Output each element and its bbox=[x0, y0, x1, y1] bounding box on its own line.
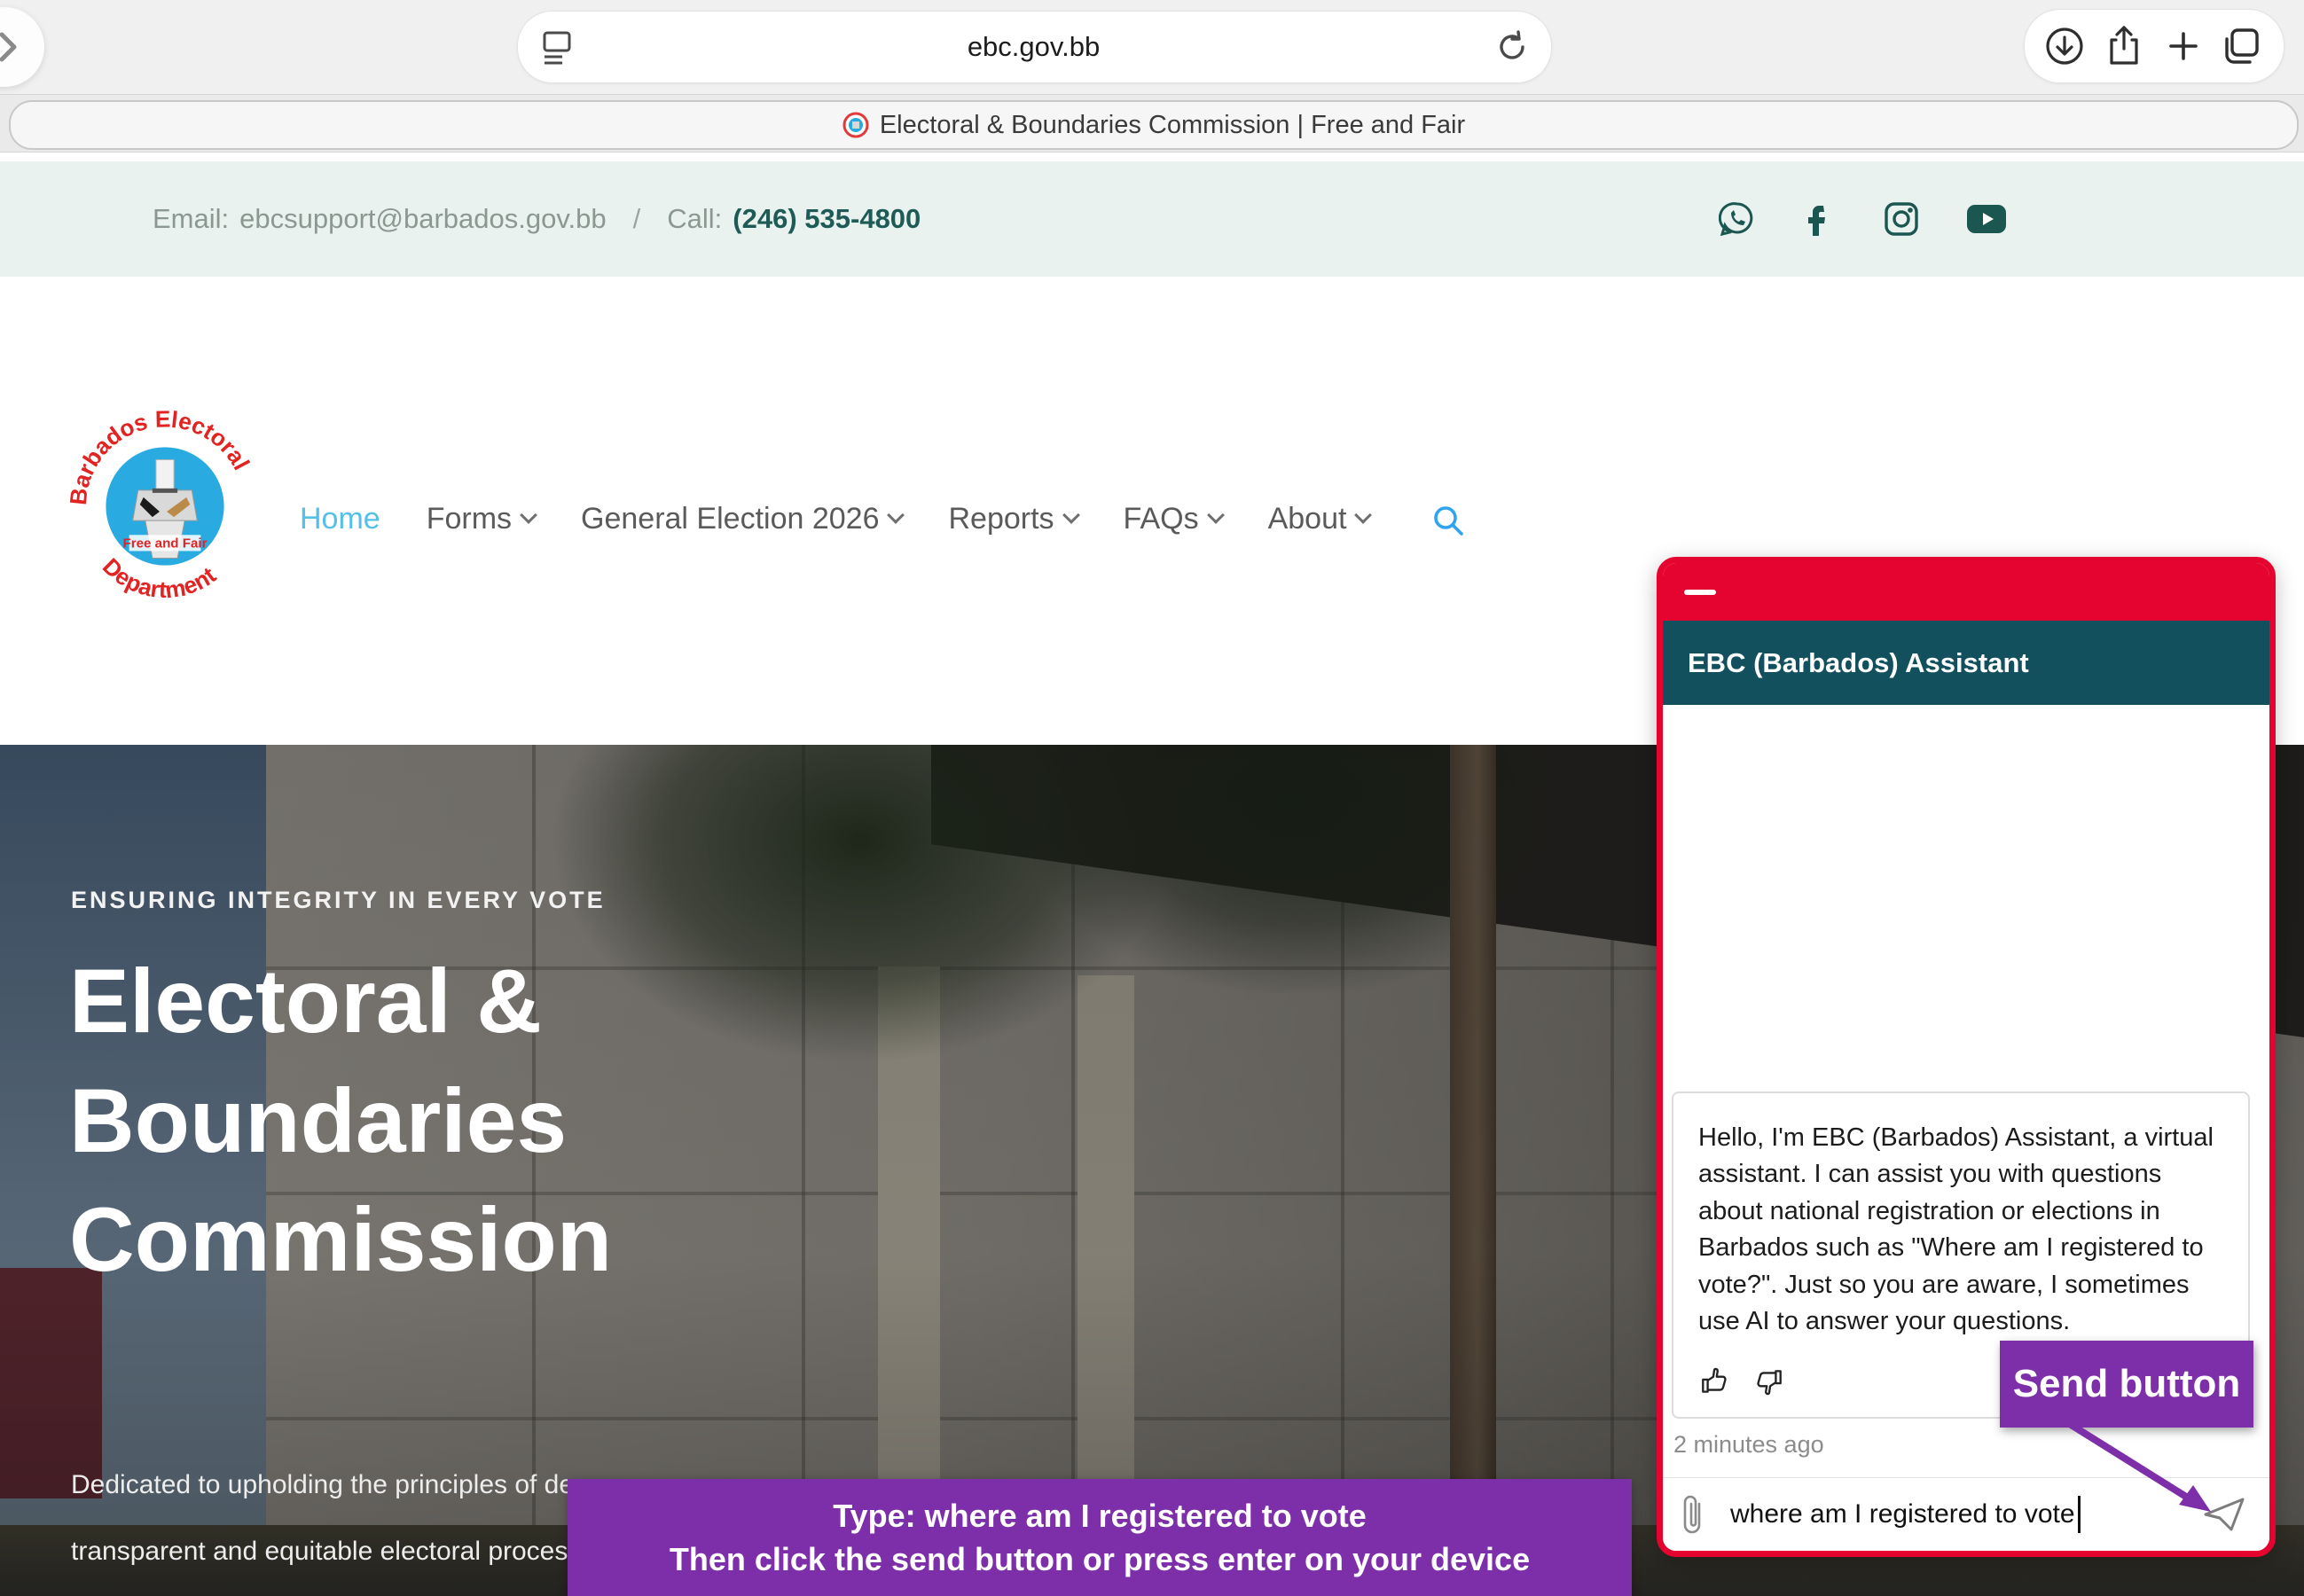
nav-label: Reports bbox=[948, 502, 1054, 536]
chat-input-value: where am I registered to vote bbox=[1730, 1499, 2075, 1530]
nav-item-forms[interactable]: Forms bbox=[427, 502, 535, 536]
chevron-down-icon bbox=[520, 506, 537, 524]
address-bar[interactable]: ebc.gov.bb bbox=[517, 11, 1552, 83]
hero-eyebrow: ENSURING INTEGRITY IN EVERY VOTE bbox=[71, 887, 606, 914]
main-nav: Home Forms General Election 2026 Reports… bbox=[300, 498, 1467, 539]
tabs-overview-icon[interactable] bbox=[2222, 25, 2264, 67]
nav-label: Home bbox=[300, 502, 380, 536]
hero-paragraph-line: transparent and equitable electoral proc… bbox=[71, 1537, 596, 1567]
instruction-line: Type: where am I registered to vote bbox=[833, 1497, 1367, 1535]
chat-widget-header: EBC (Barbados) Assistant bbox=[1663, 621, 2269, 705]
contact-bar: Email: ebcsupport@barbados.gov.bb / Call… bbox=[0, 161, 2304, 277]
hero-paragraph-line: Dedicated to upholding the principles of… bbox=[71, 1470, 596, 1500]
tab-strip: Electoral & Boundaries Commission | Free… bbox=[0, 94, 2304, 153]
contact-info: Email: ebcsupport@barbados.gov.bb / Call… bbox=[153, 161, 921, 277]
site-favicon bbox=[842, 112, 869, 138]
instruction-banner: Type: where am I registered to vote Then… bbox=[568, 1479, 1632, 1596]
hero-title-line: Commission bbox=[69, 1180, 612, 1300]
nav-item-faqs[interactable]: FAQs bbox=[1124, 502, 1222, 536]
download-icon[interactable] bbox=[2044, 26, 2085, 66]
email-value[interactable]: ebcsupport@barbados.gov.bb bbox=[239, 203, 607, 235]
chat-widget: EBC (Barbados) Assistant Hello, I'm EBC … bbox=[1657, 557, 2276, 1557]
chevron-right-icon bbox=[0, 29, 20, 65]
chevron-down-icon bbox=[888, 506, 905, 524]
nav-item-general-election-2026[interactable]: General Election 2026 bbox=[581, 502, 902, 536]
url-text[interactable]: ebc.gov.bb bbox=[573, 31, 1494, 63]
instruction-line: Then click the send button or press ente… bbox=[670, 1540, 1530, 1578]
email-label: Email: bbox=[153, 203, 229, 235]
hero-title-line: Electoral & bbox=[69, 942, 612, 1061]
share-icon[interactable] bbox=[2104, 24, 2144, 68]
screen: ebc.gov.bb Electoral & Boundaries Commis… bbox=[0, 0, 2304, 1596]
sidebar-toggle-button[interactable] bbox=[0, 7, 44, 87]
nav-item-home[interactable]: Home bbox=[300, 502, 380, 536]
nav-label: General Election 2026 bbox=[581, 502, 879, 536]
chevron-down-icon bbox=[1355, 506, 1373, 524]
assistant-message-text: Hello, I'm EBC (Barbados) Assistant, a v… bbox=[1698, 1120, 2225, 1341]
phone-value[interactable]: (246) 535-4800 bbox=[733, 203, 921, 235]
nav-item-about[interactable]: About bbox=[1268, 502, 1370, 536]
nav-label: About bbox=[1268, 502, 1347, 536]
reload-icon[interactable] bbox=[1494, 29, 1530, 65]
search-icon[interactable] bbox=[1430, 502, 1467, 539]
call-label: Call: bbox=[667, 203, 722, 235]
chevron-down-icon bbox=[1207, 506, 1225, 524]
attachment-icon[interactable] bbox=[1679, 1491, 1705, 1537]
browser-tab[interactable]: Electoral & Boundaries Commission | Free… bbox=[9, 100, 2299, 150]
browser-toolbar: ebc.gov.bb bbox=[0, 0, 2304, 94]
nav-item-reports[interactable]: Reports bbox=[948, 502, 1077, 536]
hero-title-line: Boundaries bbox=[69, 1061, 612, 1181]
contact-separator: / bbox=[633, 203, 641, 235]
whatsapp-icon[interactable] bbox=[1719, 200, 1756, 238]
annotation-arrow-icon bbox=[2049, 1412, 2236, 1537]
chat-widget-topbar bbox=[1663, 563, 2269, 621]
browser-actions bbox=[2024, 9, 2284, 83]
reader-icon[interactable] bbox=[541, 29, 573, 65]
new-tab-icon[interactable] bbox=[2164, 27, 2203, 66]
facebook-icon[interactable] bbox=[1800, 200, 1838, 238]
thumbs-down-icon[interactable] bbox=[1753, 1365, 1785, 1397]
page-title: Electoral & Boundaries Commission bbox=[69, 942, 612, 1300]
chevron-down-icon bbox=[1062, 506, 1080, 524]
logo-ribbon-text: Free and Fair bbox=[123, 536, 208, 551]
ebc-logo[interactable]: Barbados Electoral Department Free and F… bbox=[67, 408, 263, 605]
instagram-icon[interactable] bbox=[1882, 200, 1921, 239]
thumbs-up-icon[interactable] bbox=[1698, 1365, 1730, 1397]
tab-title: Electoral & Boundaries Commission | Free… bbox=[880, 111, 1465, 140]
youtube-icon[interactable] bbox=[1965, 203, 2008, 235]
chat-title: EBC (Barbados) Assistant bbox=[1688, 647, 2029, 679]
nav-label: FAQs bbox=[1124, 502, 1199, 536]
minimize-icon[interactable] bbox=[1684, 590, 1716, 595]
nav-label: Forms bbox=[427, 502, 512, 536]
social-links bbox=[1719, 161, 2008, 277]
